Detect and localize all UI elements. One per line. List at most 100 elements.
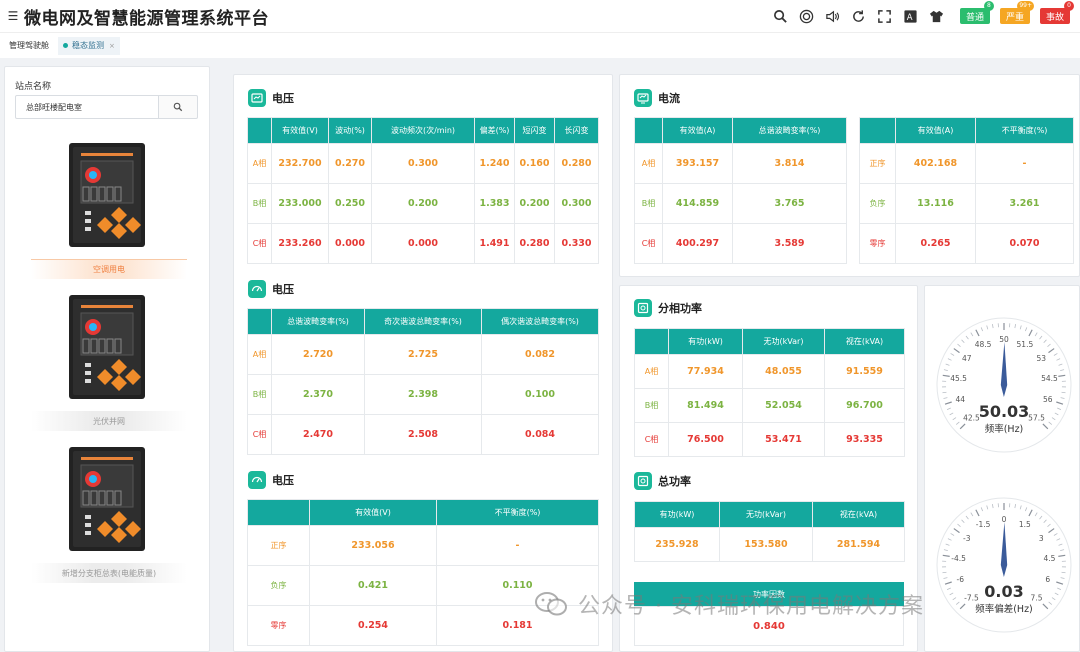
table-row: A相 77.934 48.055 91.559 (634, 354, 905, 389)
cell-value: 281.594 (812, 527, 905, 562)
volume-icon[interactable] (820, 0, 846, 32)
table-row: C相 233.260 0.000 0.000 1.491 0.280 0.330 (247, 223, 599, 264)
alarm-severe-count: 99+ (1017, 1, 1034, 11)
cell-value: 1.240 (474, 143, 515, 184)
site-search-input[interactable]: 总部旺楼配电室 (15, 95, 159, 119)
cell-value: 0.254 (309, 605, 437, 646)
gauge-tick-label: 3 (1039, 534, 1044, 543)
cell-value: 0.200 (514, 183, 555, 224)
gauge-tick-label: 48.5 (975, 340, 992, 349)
gauge-tick-label: 1.5 (1019, 520, 1031, 529)
row-label: 负序 (859, 183, 896, 224)
cell-value: 3.765 (732, 183, 847, 224)
cell-value: 0.280 (554, 143, 599, 184)
refresh-icon[interactable] (846, 0, 872, 32)
cell-value: 0.250 (328, 183, 372, 224)
gauge-tick-label: 4.5 (1043, 554, 1055, 563)
table-row: C相 2.470 2.508 0.084 (247, 414, 599, 455)
power-icon (634, 299, 652, 317)
search-icon (173, 102, 183, 112)
alarm-normal-button[interactable]: 普通 8 (959, 1, 994, 24)
gauge-tick (1061, 391, 1066, 394)
cell-value: 414.859 (662, 183, 733, 224)
table-row: C相 400.297 3.589 (634, 223, 847, 264)
voltage-title: 电压 (248, 89, 294, 107)
font-size-icon[interactable]: A (898, 0, 924, 32)
cell-value: 13.116 (895, 183, 976, 224)
cell-value: 400.297 (662, 223, 733, 264)
row-label: C相 (247, 223, 272, 264)
row-label: A相 (634, 354, 669, 389)
col-header (634, 328, 669, 355)
gauge-tick-label: 57.5 (1028, 414, 1045, 423)
voltage-meter-icon (248, 89, 266, 107)
search-icon[interactable] (768, 0, 794, 32)
tab-steady-monitor[interactable]: 稳态监测 × (58, 36, 120, 55)
col-header (247, 308, 272, 335)
svg-text:A: A (907, 11, 913, 21)
tab-bar: 管理驾驶舱 稳态监测 × (0, 32, 1080, 58)
col-header: 有效值(A) (662, 117, 733, 144)
cell-value: 3.589 (732, 223, 847, 264)
total-power-table: 有功(kW) 无功(kVar) 视在(kVA) 235.928 153.580 … (634, 501, 905, 562)
theme-shirt-icon[interactable] (924, 0, 950, 32)
cell-value: 3.814 (732, 143, 847, 184)
col-header: 波动(%) (328, 117, 372, 144)
watermark-text: 公众号 · 安科瑞环保用电解决方案 (578, 594, 924, 619)
table-row: A相 393.157 3.814 (634, 143, 847, 184)
col-header: 视在(kVA) (812, 501, 905, 528)
frequency-deviation-gauge: -7.5 -6 -4.5 -3 -1.5 0 1.5 3 4.5 6 7.5 0.03 频率偏差(Hz) (936, 497, 1072, 633)
col-header: 视在(kVA) (824, 328, 905, 355)
app-title: 微电网及智慧能源管理系统平台 (24, 8, 269, 29)
target-icon[interactable] (794, 0, 820, 32)
menu-toggle-icon[interactable]: ☰ (2, 0, 24, 32)
cell-value: 48.055 (742, 354, 825, 389)
gauge-tick-label: 0 (1002, 515, 1007, 524)
cell-value: 0.070 (975, 223, 1074, 264)
alarm-accident-button[interactable]: 事故 0 (1039, 1, 1074, 24)
col-header: 无功(kVar) (742, 328, 825, 355)
cell-value: 76.500 (668, 422, 743, 457)
gauge-tick (1061, 571, 1066, 574)
col-header (247, 499, 310, 526)
cell-value: 0.084 (481, 414, 599, 455)
cell-value: 0.280 (514, 223, 555, 264)
col-header: 偶次谐波总畸变率(%) (481, 308, 599, 335)
watermark: 公众号 · 安科瑞环保用电解决方案 (534, 588, 924, 620)
alarm-accident-count: 0 (1064, 1, 1074, 11)
tab-dashboard[interactable]: 管理驾驶舱 (4, 37, 54, 55)
cell-value: 3.261 (975, 183, 1074, 224)
cell-value: 233.056 (309, 525, 437, 566)
cell-value: 0.100 (481, 374, 599, 415)
meter-device-icon (69, 447, 145, 551)
col-header: 奇次谐波总畸变率(%) (364, 308, 482, 335)
gauge-label: 频率(Hz) (985, 423, 1024, 435)
close-icon[interactable]: × (109, 42, 115, 50)
table-row: A相 2.720 2.725 0.082 (247, 334, 599, 375)
cell-value: 393.157 (662, 143, 733, 184)
total-power-title: 总功率 (634, 472, 691, 490)
col-header: 有效值(V) (271, 117, 329, 144)
cell-value: 53.471 (742, 422, 825, 457)
gauge-tick-label: 54.5 (1041, 374, 1058, 383)
voltage-meter-icon (248, 280, 266, 298)
row-label: B相 (247, 183, 272, 224)
voltage-meter-icon (248, 471, 266, 489)
current-title: 电流 (634, 89, 680, 107)
gauge-tick-label: -1.5 (976, 520, 991, 529)
alarm-normal-count: 8 (983, 1, 994, 11)
fullscreen-icon[interactable] (872, 0, 898, 32)
current-table: 有效值(A) 总谐波畸变率(%) A相 393.157 3.814 B相 414… (634, 117, 847, 264)
row-label: B相 (247, 374, 272, 415)
col-header: 无功(kVar) (719, 501, 813, 528)
meter-device-icon (69, 143, 145, 247)
row-label: A相 (247, 143, 272, 184)
row-label: A相 (247, 334, 272, 375)
table-row: C相 76.500 53.471 93.335 (634, 422, 905, 457)
table-row: 235.928 153.580 281.594 (634, 527, 905, 562)
site-search-button[interactable] (158, 95, 198, 119)
wechat-icon (535, 592, 567, 616)
col-header: 有效值(V) (309, 499, 437, 526)
col-header (247, 117, 272, 144)
alarm-severe-button[interactable]: 严重 99+ (999, 1, 1034, 24)
